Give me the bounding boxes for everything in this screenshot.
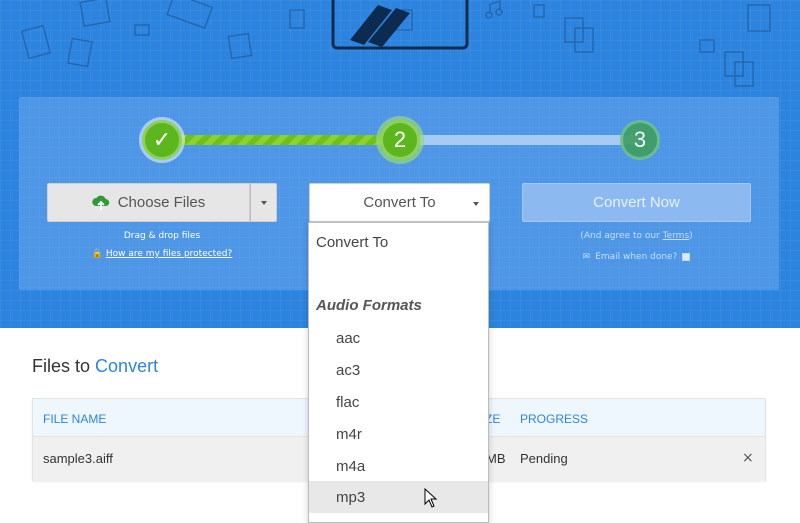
dropdown-option-aac[interactable]: aac	[309, 322, 488, 354]
choose-files-label: Choose Files	[117, 194, 206, 211]
files-title-accent: Convert	[95, 356, 159, 376]
mouse-pointer-icon	[424, 488, 438, 508]
dropdown-group-audio-formats: Audio Formats	[316, 297, 422, 314]
column-file-name: FILE NAME	[43, 412, 107, 426]
dropdown-option-flac[interactable]: flac	[309, 386, 488, 418]
agree-prefix: (And agree to our	[580, 231, 663, 241]
drag-drop-hint: Drag & drop files	[123, 231, 201, 241]
envelope-icon: ✉	[582, 252, 591, 262]
file-name-cell: sample3.aiff	[43, 451, 113, 466]
caret-down-icon	[260, 200, 267, 205]
dropdown-option-mp3[interactable]: mp3	[309, 481, 488, 513]
caret-down-icon	[473, 202, 479, 206]
step-2-active: 2	[380, 120, 420, 160]
files-title-prefix: Files to	[32, 356, 91, 376]
file-progress-cell: Pending	[520, 451, 568, 466]
dropdown-option-convert-to[interactable]: Convert To	[316, 234, 388, 251]
files-protected-link[interactable]: How are my files protected?	[106, 249, 232, 259]
step-3-pending: 3	[620, 120, 660, 160]
progress-track-remaining	[400, 135, 640, 145]
dropdown-option-m4a[interactable]: m4a	[309, 450, 488, 482]
dropdown-option-m4r[interactable]: m4r	[309, 418, 488, 450]
choose-files-dropdown-toggle[interactable]	[250, 183, 277, 222]
terms-agreement: (And agree to our Terms)	[522, 231, 751, 241]
choose-files-button[interactable]: Choose Files	[47, 183, 250, 222]
convert-now-label: Convert Now	[593, 194, 680, 211]
remove-file-icon[interactable]: ×	[742, 450, 754, 466]
dropdown-option-ac3[interactable]: ac3	[309, 354, 488, 386]
decorative-doodles	[20, 0, 771, 87]
convert-to-select[interactable]: Convert To	[309, 183, 490, 222]
email-when-done-label: Email when done?	[595, 252, 678, 262]
email-when-done[interactable]: ✉ Email when done?	[522, 252, 751, 262]
column-progress: PROGRESS	[520, 412, 589, 426]
agree-suffix: )	[689, 231, 693, 241]
files-protected-info[interactable]: 🔒 How are my files protected?	[47, 249, 277, 259]
convert-to-selected-value: Convert To	[363, 194, 436, 211]
step-1-complete: ✓	[142, 120, 182, 160]
lock-icon: 🔒	[91, 249, 103, 259]
progress-track-complete	[162, 135, 400, 145]
cloud-upload-icon	[91, 195, 109, 210]
dropdown-option-ogg[interactable]: ogg	[309, 513, 488, 523]
files-to-convert-heading: Files to Convert	[32, 356, 158, 377]
convert-to-dropdown-menu: Convert To Audio Formats aac ac3 flac m4…	[308, 222, 489, 523]
convert-now-button[interactable]: Convert Now	[522, 183, 751, 222]
email-when-done-checkbox[interactable]	[682, 253, 691, 261]
terms-link[interactable]: Terms	[663, 231, 690, 241]
